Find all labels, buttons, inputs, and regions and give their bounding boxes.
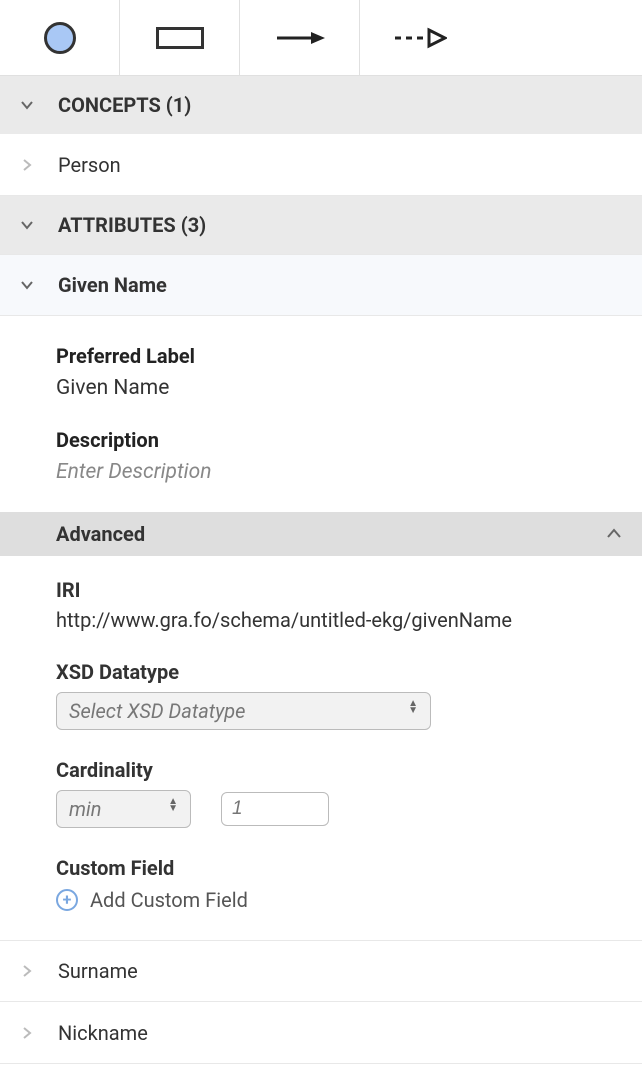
select-spinner-icon: ▲▼ <box>168 802 178 816</box>
chevron-right-icon <box>20 964 40 978</box>
section-header-label: ATTRIBUTES (3) <box>58 213 206 237</box>
tool-rectangle[interactable] <box>120 0 240 75</box>
tool-circle[interactable] <box>0 0 120 75</box>
tool-arrow-solid[interactable] <box>240 0 360 75</box>
add-custom-field-label: Add Custom Field <box>90 888 248 912</box>
xsd-placeholder: Select XSD Datatype <box>69 699 245 723</box>
arrow-solid-icon <box>275 28 325 48</box>
chevron-up-icon <box>606 522 622 546</box>
xsd-label: XSD Datatype <box>56 660 586 684</box>
shape-toolbar <box>0 0 642 76</box>
attribute-item-label: Given Name <box>58 273 167 297</box>
attribute-item-label: Nickname <box>58 1021 148 1045</box>
concept-item-label: Person <box>58 153 121 177</box>
concept-item-person[interactable]: Person <box>0 134 642 196</box>
attribute-item-surname[interactable]: Surname <box>0 940 642 1002</box>
iri-label: IRI <box>56 578 586 602</box>
attribute-item-nickname[interactable]: Nickname <box>0 1002 642 1064</box>
chevron-down-icon <box>20 218 40 232</box>
custom-field-label: Custom Field <box>56 856 586 880</box>
xsd-datatype-select[interactable]: Select XSD Datatype ▲▼ <box>56 692 431 730</box>
advanced-label: Advanced <box>56 522 145 546</box>
cardinality-mode-value: min <box>69 797 101 821</box>
chevron-right-icon <box>20 158 40 172</box>
description-input[interactable]: Enter Description <box>56 460 586 484</box>
circle-icon <box>44 22 76 54</box>
plus-circle-icon: + <box>56 889 78 911</box>
add-custom-field-button[interactable]: + Add Custom Field <box>56 888 586 912</box>
preferred-label-label: Preferred Label <box>56 344 586 368</box>
cardinality-value-input[interactable] <box>221 792 329 826</box>
advanced-toggle[interactable]: Advanced <box>0 512 642 556</box>
description-label: Description <box>56 428 586 452</box>
select-spinner-icon: ▲▼ <box>408 704 418 718</box>
attribute-details: Preferred Label Given Name Description E… <box>0 316 642 940</box>
iri-value[interactable]: http://www.gra.fo/schema/untitled-ekg/gi… <box>56 608 586 632</box>
arrow-dashed-icon <box>393 27 447 49</box>
rectangle-icon <box>156 27 204 49</box>
section-header-label: CONCEPTS (1) <box>58 93 191 117</box>
attribute-item-label: Surname <box>58 959 138 983</box>
section-header-attributes[interactable]: ATTRIBUTES (3) <box>0 196 642 254</box>
preferred-label-value[interactable]: Given Name <box>56 376 586 400</box>
chevron-down-icon <box>20 98 40 112</box>
attribute-item-given-name[interactable]: Given Name <box>0 254 642 316</box>
cardinality-label: Cardinality <box>56 758 586 782</box>
tool-arrow-dashed[interactable] <box>360 0 480 75</box>
section-header-concepts[interactable]: CONCEPTS (1) <box>0 76 642 134</box>
chevron-down-icon <box>20 278 40 292</box>
advanced-body: IRI http://www.gra.fo/schema/untitled-ek… <box>0 556 642 940</box>
chevron-right-icon <box>20 1026 40 1040</box>
cardinality-mode-select[interactable]: min ▲▼ <box>56 790 191 828</box>
